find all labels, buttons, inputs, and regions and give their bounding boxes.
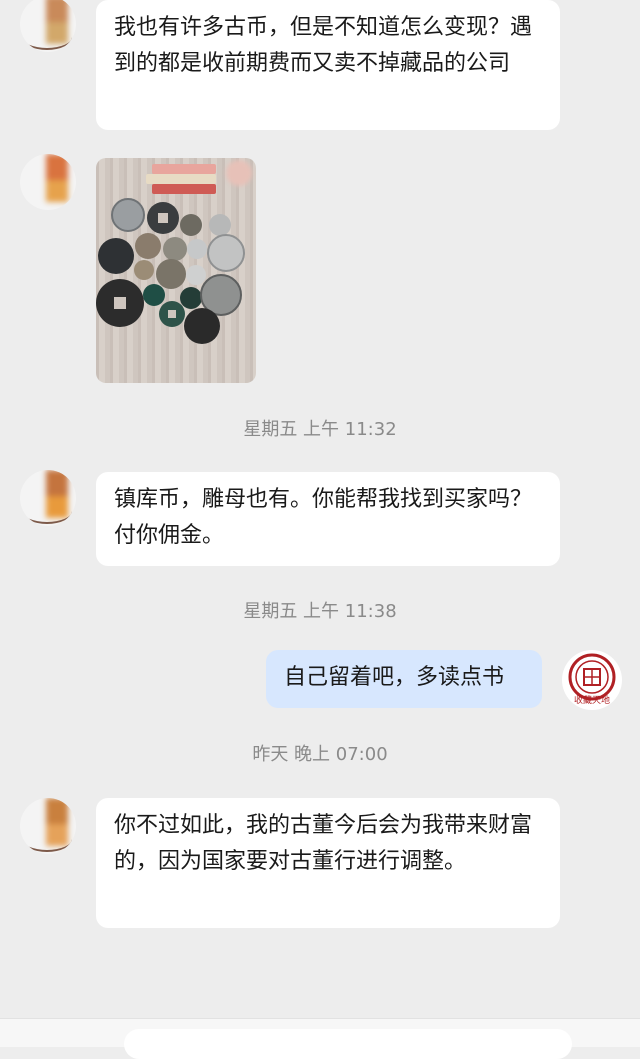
avatar-caption: 收藏天地 bbox=[573, 696, 610, 706]
input-toolbar bbox=[0, 1018, 640, 1059]
coins-photo[interactable] bbox=[96, 158, 256, 383]
contact-avatar[interactable] bbox=[20, 0, 76, 52]
contact-avatar[interactable] bbox=[20, 470, 76, 526]
timestamp: 昨天 晚上 07:00 bbox=[252, 744, 388, 765]
contact-avatar[interactable] bbox=[20, 798, 76, 854]
chat-thread[interactable]: 我也有许多古币，但是不知道怎么变现？遇到的都是收前期费而又卖不掉藏品的公司 星期… bbox=[0, 0, 640, 1018]
message-text: 镇库币，雕母也有。你能帮我找到买家吗？付你佣金。 bbox=[114, 487, 533, 548]
timestamp: 星期五 上午 11:32 bbox=[243, 419, 397, 440]
contact-avatar[interactable] bbox=[20, 154, 76, 210]
coins-illustration bbox=[96, 198, 245, 344]
message-bubble-self[interactable]: 自己留着吧，多读点书 bbox=[266, 650, 542, 708]
message-text: 你不过如此，我的古董今后会为我带来财富的，因为国家要对古董行进行调整。 bbox=[114, 813, 533, 874]
message-text: 我也有许多古币，但是不知道怎么变现？遇到的都是收前期费而又卖不掉藏品的公司 bbox=[114, 15, 533, 76]
message-bubble[interactable]: 你不过如此，我的古董今后会为我带来财富的，因为国家要对古董行进行调整。 bbox=[96, 798, 560, 928]
message-input[interactable] bbox=[124, 1029, 572, 1059]
message-bubble[interactable]: 我也有许多古币，但是不知道怎么变现？遇到的都是收前期费而又卖不掉藏品的公司 bbox=[96, 0, 560, 130]
message-bubble[interactable]: 镇库币，雕母也有。你能帮我找到买家吗？付你佣金。 bbox=[96, 472, 560, 566]
message-text: 自己留着吧，多读点书 bbox=[284, 665, 505, 690]
timestamp: 星期五 上午 11:38 bbox=[243, 601, 397, 622]
self-avatar[interactable]: 收藏天地 bbox=[562, 650, 622, 710]
